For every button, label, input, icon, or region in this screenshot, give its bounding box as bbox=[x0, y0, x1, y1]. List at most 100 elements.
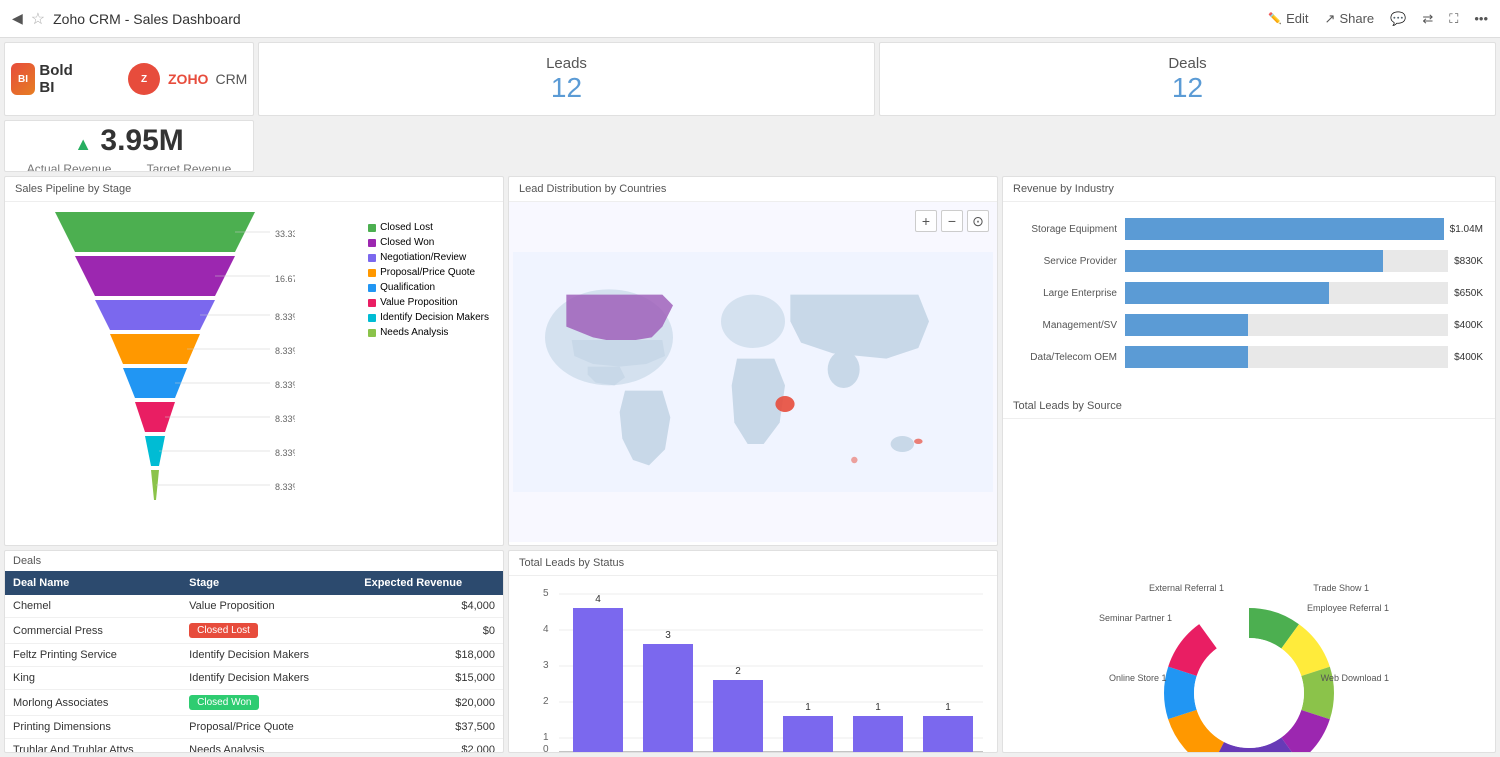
comment-icon[interactable]: 💬 bbox=[1390, 11, 1406, 27]
table-row: Commercial Press Closed Lost $0 bbox=[5, 618, 503, 644]
svg-text:2: 2 bbox=[543, 696, 549, 707]
legend-item-qualification: Qualification bbox=[368, 282, 489, 293]
share-button[interactable]: ↗ Share bbox=[1325, 11, 1375, 27]
status-chart-area: 5 4 3 2 1 0 4 Contact in 3 bbox=[509, 576, 997, 749]
status-title: Total Leads by Status bbox=[509, 551, 997, 576]
col-revenue: Expected Revenue bbox=[356, 571, 503, 595]
bar-fill bbox=[1125, 314, 1248, 336]
bar-fill bbox=[1125, 250, 1383, 272]
deal-stage: Closed Lost bbox=[181, 618, 356, 644]
table-row: Printing Dimensions Proposal/Price Quote… bbox=[5, 716, 503, 739]
deal-name: Feltz Printing Service bbox=[5, 644, 181, 667]
legend-dot bbox=[368, 239, 376, 247]
legend-dot bbox=[368, 329, 376, 337]
revenue-kpi: Sales Revenue ▲ 3.95M Actual Revenue 4.0… bbox=[4, 120, 254, 172]
donut-svg bbox=[1149, 593, 1349, 754]
industry-bars: Storage Equipment $1.04M Service Provide… bbox=[1003, 202, 1495, 386]
boldbi-icon: BI bbox=[11, 63, 36, 95]
svg-text:1: 1 bbox=[543, 732, 549, 743]
target-revenue: Target Revenue 139.50K bbox=[147, 162, 232, 173]
bar-fill bbox=[1125, 282, 1329, 304]
table-row: Truhlar And Truhlar Attys Needs Analysis… bbox=[5, 739, 503, 754]
bar-row-enterprise: Large Enterprise $650K bbox=[1015, 282, 1483, 304]
legend-dot bbox=[368, 254, 376, 262]
table-row: King Identify Decision Makers $15,000 bbox=[5, 667, 503, 690]
table-row: Morlong Associates Closed Won $20,000 bbox=[5, 690, 503, 716]
funnel-svg: 33.33% 16.67% 8.33% 8.33% 8.33% 8.3 bbox=[15, 212, 295, 512]
revenue-main: ▲ 3.95M bbox=[74, 124, 184, 158]
bar-fill bbox=[1125, 346, 1248, 368]
map-zoom-in[interactable]: + bbox=[915, 210, 937, 232]
closed-won-badge: Closed Won bbox=[189, 695, 259, 710]
svg-text:8.33%: 8.33% bbox=[275, 448, 295, 458]
bar-row-management: Management/SV $400K bbox=[1015, 314, 1483, 336]
svg-text:8.33%: 8.33% bbox=[275, 482, 295, 492]
deal-revenue: $4,000 bbox=[356, 595, 503, 618]
svg-text:1: 1 bbox=[875, 702, 881, 713]
deals-title: Deals bbox=[5, 551, 503, 571]
svg-text:0: 0 bbox=[543, 744, 549, 753]
source-label-trade: Trade Show 1 bbox=[1313, 583, 1369, 593]
legend-item-closed-won: Closed Won bbox=[368, 237, 489, 248]
funnel-title: Sales Pipeline by Stage bbox=[5, 177, 503, 202]
deals-table: Deal Name Stage Expected Revenue Chemel … bbox=[5, 571, 503, 753]
svg-text:3: 3 bbox=[543, 660, 549, 671]
deal-name: Printing Dimensions bbox=[5, 716, 181, 739]
topbar: ◀ ☆ Zoho CRM - Sales Dashboard ✏️ Edit ↗… bbox=[0, 0, 1500, 38]
funnel-container: 33.33% 16.67% 8.33% 8.33% 8.33% 8.3 bbox=[5, 202, 503, 542]
legend-item-negotiation: Negotiation/Review bbox=[368, 252, 489, 263]
share-icon: ↗ bbox=[1325, 11, 1336, 27]
legend-dot bbox=[368, 314, 376, 322]
zohocrm-logo: Z ZOHO CRM bbox=[128, 63, 247, 95]
deals-label: Deals bbox=[1168, 55, 1206, 72]
svg-text:3: 3 bbox=[665, 630, 671, 641]
dashboard: BI Bold BI Z ZOHO CRM Leads 12 Deals 12 … bbox=[0, 38, 1500, 757]
revenue-arrow: ▲ bbox=[74, 134, 92, 154]
more-icon[interactable]: ••• bbox=[1474, 11, 1488, 26]
funnel-svg-area: 33.33% 16.67% 8.33% 8.33% 8.33% 8.3 bbox=[15, 212, 364, 515]
deal-revenue: $37,500 bbox=[356, 716, 503, 739]
legend-item-proposal: Proposal/Price Quote bbox=[368, 267, 489, 278]
deal-revenue: $0 bbox=[356, 618, 503, 644]
expand-icon[interactable]: ⛶ bbox=[1449, 11, 1458, 27]
map-reset[interactable]: ⊙ bbox=[967, 210, 989, 232]
crm-text: CRM bbox=[215, 71, 247, 87]
legend-dot bbox=[368, 284, 376, 292]
source-label-online: Online Store 1 bbox=[1109, 673, 1167, 683]
status-card: Total Leads by Status 5 4 3 2 1 0 bbox=[508, 550, 998, 753]
deal-stage: Identify Decision Makers bbox=[181, 667, 356, 690]
legend-item-decision: Identify Decision Makers bbox=[368, 312, 489, 323]
svg-text:8.33%: 8.33% bbox=[275, 346, 295, 356]
svg-text:4: 4 bbox=[595, 594, 601, 605]
deals-thead: Deal Name Stage Expected Revenue bbox=[5, 571, 503, 595]
leads-label: Leads bbox=[546, 55, 587, 72]
source-title: Total Leads by Source bbox=[1003, 394, 1495, 419]
map-zoom-out[interactable]: − bbox=[941, 210, 963, 232]
zoho-icon: Z bbox=[128, 63, 160, 95]
source-label-web: Web Download 1 bbox=[1321, 673, 1389, 683]
closed-lost-badge: Closed Lost bbox=[189, 623, 258, 638]
bar-row-storage: Storage Equipment $1.04M bbox=[1015, 218, 1483, 240]
bar-fill bbox=[1125, 218, 1444, 240]
deal-stage: Closed Won bbox=[181, 690, 356, 716]
legend-item-value: Value Proposition bbox=[368, 297, 489, 308]
industry-card: Revenue by Industry Storage Equipment $1… bbox=[1002, 176, 1496, 753]
source-label-external: External Referral 1 bbox=[1149, 583, 1224, 593]
star-icon[interactable]: ☆ bbox=[31, 9, 45, 29]
source-label-employee: Employee Referral 1 bbox=[1307, 603, 1389, 613]
deal-name: Truhlar And Truhlar Attys bbox=[5, 739, 181, 754]
donut-container: External Referral 1 Trade Show 1 Employe… bbox=[1149, 593, 1349, 754]
topbar-left: ◀ ☆ Zoho CRM - Sales Dashboard bbox=[12, 9, 241, 29]
funnel-legend: Closed Lost Closed Won Negotiation/Revie… bbox=[364, 212, 493, 348]
deal-revenue: $15,000 bbox=[356, 667, 503, 690]
legend-dot bbox=[368, 224, 376, 232]
industry-title: Revenue by Industry bbox=[1003, 177, 1495, 202]
col-deal-name: Deal Name bbox=[5, 571, 181, 595]
revenue-sub: Actual Revenue 4.09M | Target Revenue 13… bbox=[27, 162, 232, 173]
connect-icon[interactable]: ⇄ bbox=[1422, 11, 1433, 27]
deals-value: 12 bbox=[1172, 72, 1203, 104]
legend-dot bbox=[368, 299, 376, 307]
rev-separator: | bbox=[127, 162, 130, 173]
edit-button[interactable]: ✏️ Edit bbox=[1268, 11, 1308, 26]
back-icon[interactable]: ◀ bbox=[12, 10, 23, 27]
